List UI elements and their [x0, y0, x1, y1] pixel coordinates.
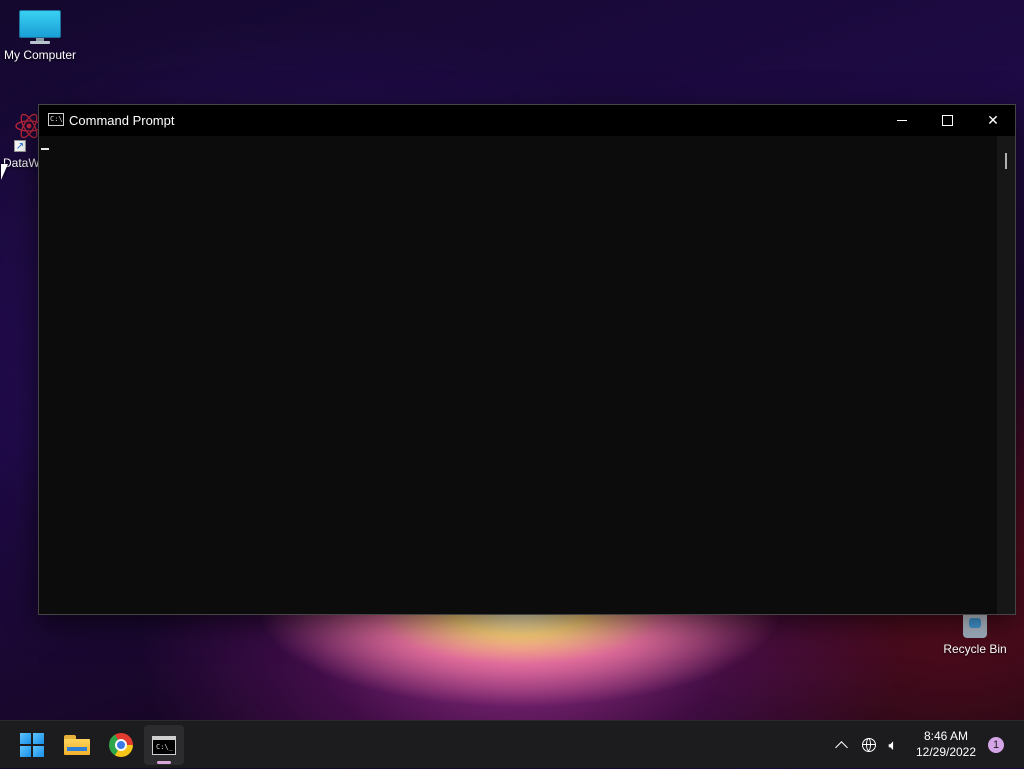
active-app-indicator: [157, 761, 171, 764]
command-prompt-window[interactable]: C:\ Command Prompt ✕: [38, 104, 1016, 615]
close-button[interactable]: ✕: [970, 105, 1016, 135]
scrollbar-thumb[interactable]: [1005, 153, 1007, 169]
taskbar-chrome[interactable]: [101, 725, 141, 765]
shortcut-arrow-icon: ↗: [14, 140, 26, 152]
cmd-icon: C:\_: [152, 735, 176, 755]
show-hidden-icons-button[interactable]: [830, 721, 852, 769]
volume-button[interactable]: 🔈︎: [882, 721, 904, 769]
close-icon: ✕: [987, 111, 999, 128]
chevron-up-icon: [834, 741, 848, 754]
minimize-button[interactable]: [879, 105, 925, 135]
start-button[interactable]: [12, 725, 52, 765]
monitor-icon: [19, 10, 61, 44]
windows-logo-icon: [20, 733, 44, 757]
desktop-icon-my-computer[interactable]: My Computer: [2, 10, 78, 62]
globe-icon: [862, 738, 876, 752]
taskbar-command-prompt[interactable]: C:\_: [144, 725, 184, 765]
minimize-icon: [897, 119, 907, 121]
window-titlebar[interactable]: C:\ Command Prompt ✕: [39, 105, 1015, 136]
network-button[interactable]: [858, 721, 880, 769]
console-area[interactable]: [39, 136, 997, 614]
maximize-button[interactable]: [924, 105, 970, 135]
desktop-icon-label: Recycle Bin: [943, 642, 1007, 656]
folder-icon: [64, 735, 90, 755]
desktop-icon-dataw-label[interactable]: DataW: [3, 156, 40, 170]
taskbar-file-explorer[interactable]: [57, 725, 97, 765]
clock[interactable]: 8:46 AM 12/29/2022: [908, 728, 984, 760]
speaker-icon: 🔈︎: [888, 736, 898, 754]
maximize-icon: [941, 114, 953, 126]
chrome-icon: [109, 733, 133, 757]
window-title: Command Prompt: [69, 113, 175, 128]
mouse-cursor-icon: [1, 164, 8, 180]
vertical-scrollbar[interactable]: [997, 136, 1015, 614]
notification-badge[interactable]: 1: [988, 737, 1004, 753]
clock-date: 12/29/2022: [915, 745, 977, 759]
clock-time: 8:46 AM: [923, 729, 969, 743]
desktop-icon-label: My Computer: [3, 48, 77, 62]
cmd-app-icon: C:\: [48, 113, 64, 126]
desktop-icon-label: DataW: [3, 156, 40, 170]
taskbar: C:\_ 🔈︎ 8:46 AM 12/29/2022 1: [0, 720, 1024, 768]
text-cursor: [41, 148, 49, 150]
